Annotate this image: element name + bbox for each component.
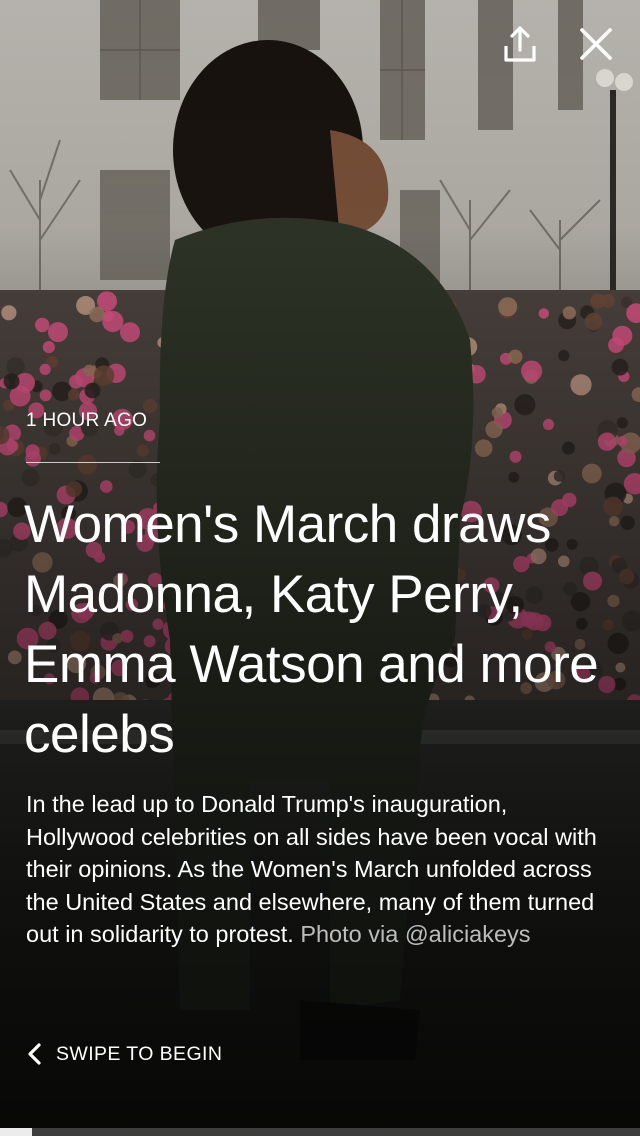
chevron-left-icon [26,1042,42,1066]
story-progress-fill [0,1128,32,1136]
close-button[interactable] [574,22,618,66]
share-icon [504,26,536,62]
photo-credit[interactable]: Photo via @aliciakeys [300,921,530,947]
swipe-label: SWIPE TO BEGIN [56,1042,223,1065]
story-timestamp: 1 HOUR AGO [26,410,148,431]
timestamp-divider [26,462,160,463]
story-headline: Women's March draws Madonna, Katy Perry,… [24,495,599,764]
story-summary: In the lead up to Donald Trump's inaugur… [26,788,616,951]
swipe-to-begin-button[interactable]: SWIPE TO BEGIN [26,1042,222,1066]
share-button[interactable] [498,22,542,66]
story-progress-bar [0,1128,640,1136]
close-icon [580,28,612,60]
